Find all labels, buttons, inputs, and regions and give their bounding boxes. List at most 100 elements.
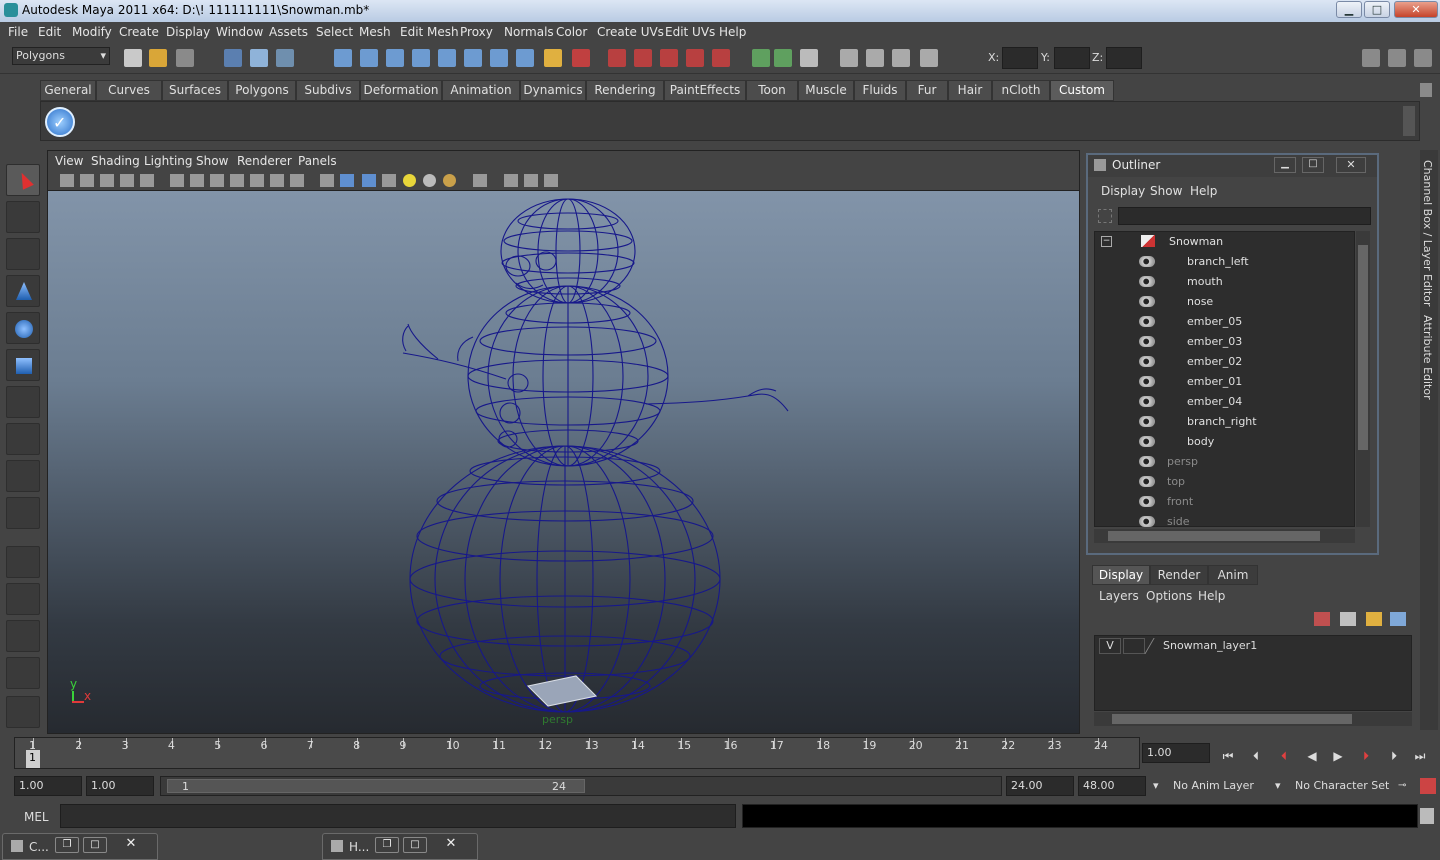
range-slider-handle[interactable]: 1 24 bbox=[167, 779, 585, 793]
step-forward-frame-button[interactable]: ⏵ bbox=[1384, 747, 1404, 765]
image-plane-icon[interactable] bbox=[120, 174, 134, 187]
move-layer-down-icon[interactable] bbox=[1340, 612, 1356, 626]
outliner-menu-display[interactable]: Display bbox=[1101, 184, 1145, 198]
shelf-tab-polygons[interactable]: Polygons bbox=[228, 80, 296, 101]
menu-create[interactable]: Create bbox=[119, 25, 159, 39]
select-component-icon[interactable] bbox=[276, 49, 294, 67]
menu-edit-uvs[interactable]: Edit UVs bbox=[665, 25, 715, 39]
layer-menu-help[interactable]: Help bbox=[1198, 589, 1225, 603]
layer-tab-render[interactable]: Render bbox=[1150, 565, 1208, 585]
side-tab-channel-box[interactable]: Channel Box / Layer Editor bbox=[1421, 160, 1434, 307]
go-to-start-button[interactable]: ⏮ bbox=[1218, 747, 1238, 765]
outliner-close-button[interactable]: ✕ bbox=[1336, 157, 1366, 173]
shelf-scroll[interactable] bbox=[1403, 106, 1415, 136]
shelf-tab-ncloth[interactable]: nCloth bbox=[992, 80, 1050, 101]
maximize-button[interactable]: □ bbox=[1364, 1, 1390, 18]
viewport-menu-renderer[interactable]: Renderer bbox=[237, 154, 292, 168]
lasso-tool-icon[interactable] bbox=[6, 201, 40, 233]
end-time-field[interactable]: 48.00 bbox=[1078, 776, 1146, 796]
toggle-channel-box-icon[interactable] bbox=[1414, 49, 1432, 67]
play-backwards-button[interactable]: ◀ bbox=[1302, 747, 1322, 765]
layer-tab-display[interactable]: Display bbox=[1092, 565, 1150, 585]
command-language-label[interactable]: MEL bbox=[24, 810, 49, 824]
viewport-menu-show[interactable]: Show bbox=[196, 154, 228, 168]
command-input[interactable] bbox=[60, 804, 736, 828]
checkmark-shelf-icon[interactable]: ✓ bbox=[45, 107, 75, 137]
key-icon[interactable]: ⊸ bbox=[1398, 780, 1414, 792]
close-button[interactable]: ✕ bbox=[1394, 1, 1438, 18]
textured-icon[interactable] bbox=[382, 174, 396, 187]
hypergraph-layout-icon[interactable] bbox=[6, 696, 40, 728]
snap-view-icon[interactable] bbox=[464, 49, 482, 67]
help-icon[interactable] bbox=[516, 49, 534, 67]
render-icon[interactable] bbox=[608, 49, 626, 67]
render-view-icon[interactable] bbox=[712, 49, 730, 67]
side-tab-attribute-editor[interactable]: Attribute Editor bbox=[1421, 315, 1434, 400]
xray-icon[interactable] bbox=[504, 174, 518, 187]
go-to-end-button[interactable]: ⏭ bbox=[1410, 747, 1430, 765]
menu-modify[interactable]: Modify bbox=[72, 25, 112, 39]
create-empty-layer-icon[interactable] bbox=[1366, 612, 1382, 626]
camera-attributes-icon[interactable] bbox=[80, 174, 94, 187]
gate-mask-icon[interactable] bbox=[230, 174, 244, 187]
single-pane-layout-icon[interactable] bbox=[6, 546, 40, 578]
select-hierarchy-icon[interactable] bbox=[224, 49, 242, 67]
menu-file[interactable]: File bbox=[8, 25, 28, 39]
y-input[interactable] bbox=[1054, 47, 1090, 69]
step-forward-key-button[interactable]: ⏵ bbox=[1356, 747, 1376, 765]
outliner-menu-help[interactable]: Help bbox=[1190, 184, 1217, 198]
anim-layer-dropdown[interactable]: ▾ No Anim Layer bbox=[1150, 777, 1268, 795]
toggle-tool-settings-icon[interactable] bbox=[1388, 49, 1406, 67]
menu-help[interactable]: Help bbox=[719, 25, 746, 39]
bookmark-icon[interactable] bbox=[100, 174, 114, 187]
menu-edit[interactable]: Edit bbox=[38, 25, 61, 39]
menu-mesh[interactable]: Mesh bbox=[359, 25, 391, 39]
history-icon[interactable] bbox=[490, 49, 508, 67]
step-back-key-button[interactable]: ⏴ bbox=[1274, 747, 1294, 765]
default-light-icon[interactable] bbox=[403, 174, 416, 187]
shelf-tab-curves[interactable]: Curves bbox=[96, 80, 162, 101]
field-chart-icon[interactable] bbox=[250, 174, 264, 187]
playback-start-field[interactable]: 1.00 bbox=[86, 776, 154, 796]
menu-create-uvs[interactable]: Create UVs bbox=[597, 25, 664, 39]
outliner-maximize-button[interactable]: □ bbox=[1302, 157, 1324, 173]
layer-display-type-toggle[interactable] bbox=[1123, 638, 1145, 654]
layer-tab-anim[interactable]: Anim bbox=[1208, 565, 1258, 585]
minimize-button[interactable]: ▁ bbox=[1336, 1, 1362, 18]
menu-proxy[interactable]: Proxy bbox=[460, 25, 493, 39]
character-set-dropdown[interactable]: ▾ No Character Set bbox=[1272, 777, 1392, 795]
menu-edit-mesh[interactable]: Edit Mesh bbox=[400, 25, 459, 39]
shelf-tab-general[interactable]: General bbox=[40, 80, 96, 101]
menu-set-dropdown[interactable]: Polygons ▾ bbox=[12, 47, 110, 65]
share-icon[interactable] bbox=[544, 174, 558, 187]
outliner-item-branch-right[interactable]: branch_right bbox=[1095, 412, 1356, 432]
rotate-tool-icon[interactable] bbox=[6, 312, 40, 344]
snap-point-icon[interactable] bbox=[386, 49, 404, 67]
shelf-tab-surfaces[interactable]: Surfaces bbox=[162, 80, 228, 101]
outliner-item-ember-04[interactable]: ember_04 bbox=[1095, 392, 1356, 412]
toggle-attribute-editor-icon[interactable] bbox=[1362, 49, 1380, 67]
playback-end-field[interactable]: 24.00 bbox=[1006, 776, 1074, 796]
transform-icon[interactable] bbox=[800, 49, 818, 67]
trash-icon[interactable] bbox=[1420, 83, 1432, 97]
shelf-tab-muscle[interactable]: Muscle bbox=[798, 80, 854, 101]
film-gate-icon[interactable] bbox=[190, 174, 204, 187]
clapboard-icon[interactable] bbox=[840, 49, 858, 67]
viewport-scene[interactable]: y x persp bbox=[48, 191, 1079, 733]
move-layer-up-icon[interactable] bbox=[1314, 612, 1330, 626]
shelf-tab-fur[interactable]: Fur bbox=[906, 80, 948, 101]
selection-mask-icon[interactable] bbox=[572, 49, 590, 67]
outliner-item-mouth[interactable]: mouth bbox=[1095, 272, 1356, 292]
wireframe-icon[interactable] bbox=[320, 174, 334, 187]
graph-layout-icon[interactable] bbox=[6, 657, 40, 689]
last-tool-icon[interactable] bbox=[6, 497, 40, 529]
animation-preferences-icon[interactable] bbox=[1420, 778, 1436, 794]
shelf-tab-rendering[interactable]: Rendering bbox=[586, 80, 664, 101]
viewport-menu-lighting[interactable]: Lighting bbox=[144, 154, 193, 168]
snap-surface-icon[interactable] bbox=[438, 49, 456, 67]
universal-manip-icon[interactable] bbox=[6, 386, 40, 418]
outliner-search-input[interactable] bbox=[1118, 207, 1371, 225]
batch-render-icon[interactable] bbox=[866, 49, 884, 67]
range-slider[interactable]: 1 24 bbox=[160, 776, 1002, 796]
layer-menu-options[interactable]: Options bbox=[1146, 589, 1192, 603]
